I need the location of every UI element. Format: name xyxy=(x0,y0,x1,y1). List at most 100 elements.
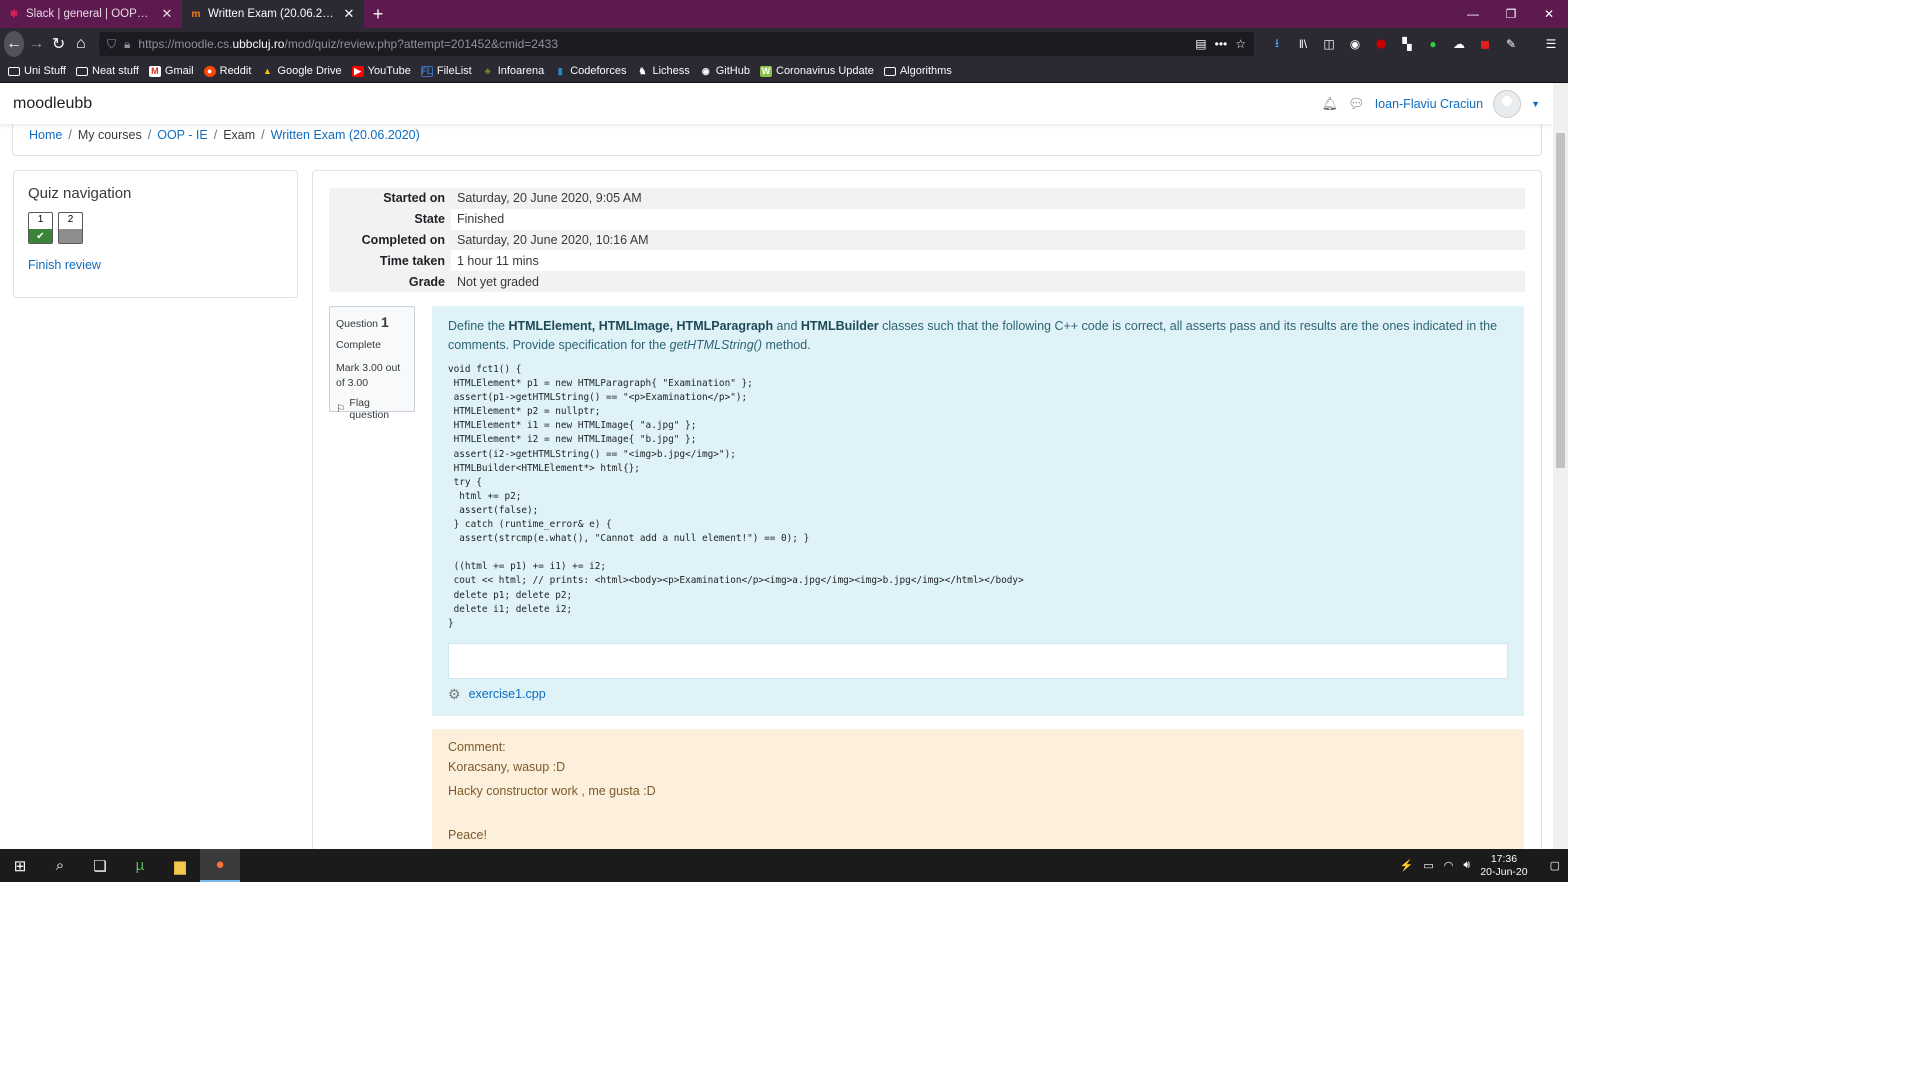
ublock-icon[interactable]: ⬢ xyxy=(1368,31,1394,57)
notification-bell-icon[interactable]: 🔔︎ xyxy=(1322,96,1339,112)
battery-icon[interactable]: ▭ xyxy=(1423,859,1433,872)
user-name[interactable]: Ioan-Flaviu Craciun xyxy=(1375,97,1483,111)
question-nav-button-1[interactable]: 1 ✔ xyxy=(28,212,53,244)
folder-icon xyxy=(8,66,20,76)
account-icon[interactable]: ◉ xyxy=(1342,31,1368,57)
bookmark-gmail[interactable]: M Gmail xyxy=(148,65,194,77)
bookmark-github[interactable]: ◉ GitHub xyxy=(700,65,750,77)
table-row: State Finished xyxy=(329,208,1525,230)
wifi-icon[interactable]: ◠ xyxy=(1444,859,1454,872)
utorrent-icon[interactable]: µ xyxy=(120,849,160,882)
question-buttons: 1 ✔ 2 xyxy=(28,212,283,244)
flag-icon: ⚐ xyxy=(336,403,346,415)
home-icon[interactable]: ⌂ xyxy=(71,31,91,57)
table-row: Started on Saturday, 20 June 2020, 9:05 A… xyxy=(329,188,1525,209)
close-icon[interactable]: ✕ xyxy=(160,6,174,22)
question-info-box: Question 1 Complete Mark 3.00 out of 3.0… xyxy=(329,306,415,421)
bookmark-reddit[interactable]: ● Reddit xyxy=(203,65,251,77)
avatar[interactable] xyxy=(1493,89,1522,118)
system-tray: ⚡ ▭ ◠ 🔊︎ 17:36 20-Jun-20 ▢ xyxy=(1400,853,1568,879)
attachment-row: ⚙ exercise1.cpp xyxy=(448,686,1508,703)
reader-view-icon[interactable]: ▤ xyxy=(1195,37,1206,51)
minimize-icon[interactable]: — xyxy=(1454,0,1492,28)
bookmark-filelist[interactable]: FL FileList xyxy=(420,65,472,77)
codeforces-icon: ▮ xyxy=(557,65,563,76)
bookmark-lichess[interactable]: ♞ Lichess xyxy=(636,65,689,77)
attempt-summary-table: Started on Saturday, 20 June 2020, 9:05 A… xyxy=(329,188,1525,292)
scrollbar-thumb[interactable] xyxy=(1556,133,1565,468)
page-scrollbar[interactable] xyxy=(1553,83,1568,849)
close-icon[interactable]: ✕ xyxy=(342,6,356,22)
table-row: Completed on Saturday, 20 June 2020, 10:1… xyxy=(329,229,1525,251)
windows-start-icon[interactable]: ⊞ xyxy=(0,849,40,882)
bookmark-star-icon[interactable]: ☆ xyxy=(1235,37,1246,51)
bookmark-neat-stuff[interactable]: Neat stuff xyxy=(76,65,139,77)
attachment-link[interactable]: exercise1.cpp xyxy=(469,687,546,701)
quiz-review-region: Started on Saturday, 20 June 2020, 9:05 A… xyxy=(312,170,1542,849)
bookmark-infoarena[interactable]: ♣ Infoarena xyxy=(482,65,544,77)
bluetooth-icon[interactable]: ⚡ xyxy=(1400,859,1414,872)
messages-icon[interactable]: 💬︎ xyxy=(1348,96,1365,112)
bookmark-algorithms[interactable]: Algorithms xyxy=(883,65,952,77)
task-view-icon[interactable]: ❏ xyxy=(80,849,120,882)
breadcrumb-separator: / xyxy=(147,128,152,142)
tab-written-exam[interactable]: m Written Exam (20.06.2020): Atte ✕ xyxy=(182,0,364,28)
restore-icon[interactable]: ❐ xyxy=(1492,0,1530,28)
flag-question-button[interactable]: ⚐ Flag question xyxy=(336,397,408,421)
breadcrumb-course[interactable]: OOP - IE xyxy=(157,128,207,142)
comment-line: Peace! xyxy=(448,828,487,842)
breadcrumb-quiz[interactable]: Written Exam (20.06.2020) xyxy=(271,128,420,142)
address-bar[interactable]: ⛉ 🔒︎ https://moodle.cs.ubbcluj.ro/mod/qu… xyxy=(99,32,1254,56)
slack-icon: ✱ xyxy=(9,8,19,20)
download-icon[interactable]: ⭳ xyxy=(1264,31,1290,57)
file-explorer-icon[interactable]: ▆ xyxy=(160,849,200,882)
youtube-icon: ▶ xyxy=(351,65,364,77)
tab-slack[interactable]: ✱ Slack | general | OOP2020_EN_ ✕ xyxy=(0,0,182,28)
site-brand[interactable]: moodleubb xyxy=(13,95,92,113)
extension-green-icon[interactable]: ● xyxy=(1420,31,1446,57)
forward-arrow-icon[interactable]: → xyxy=(26,31,46,57)
chevron-down-icon[interactable]: ▼ xyxy=(1531,99,1540,109)
shield-icon[interactable]: ⛉ xyxy=(107,37,116,52)
extension-flag-icon[interactable]: ▚ xyxy=(1394,31,1420,57)
extension-cloud-icon[interactable]: ☁ xyxy=(1446,31,1472,57)
comment-box: Comment: Koracsany, wasup :D Hacky const… xyxy=(432,729,1524,849)
code-block: void fct1() { HTMLElement* p1 = new HTML… xyxy=(448,364,1024,629)
back-arrow-icon[interactable]: ← xyxy=(4,31,25,57)
moodle-navbar: moodleubb 🔔︎ 💬︎ Ioan-Flaviu Craciun ▼ xyxy=(0,83,1553,124)
menu-icon[interactable]: ☰ xyxy=(1538,31,1564,57)
search-icon[interactable]: ⌕ xyxy=(40,849,80,882)
new-tab-button[interactable]: + xyxy=(364,0,392,28)
bookmark-coronavirus-update[interactable]: W Coronavirus Update xyxy=(760,65,874,77)
extension-brush-icon[interactable]: ✎ xyxy=(1498,31,1524,57)
windows-taskbar: ⊞ ⌕ ❏ µ ▆ ● ⚡ ▭ ◠ 🔊︎ 17:36 20-Jun-20 ▢ xyxy=(0,849,1568,882)
bookmark-youtube[interactable]: ▶ YouTube xyxy=(351,65,411,77)
check-icon: ✔ xyxy=(29,229,52,243)
github-icon: ◉ xyxy=(701,65,710,76)
clock[interactable]: 17:36 20-Jun-20 xyxy=(1480,853,1527,879)
volume-icon[interactable]: 🔊︎ xyxy=(1463,859,1470,872)
firefox-icon[interactable]: ● xyxy=(200,849,240,882)
sidebar-icon[interactable]: ◫ xyxy=(1316,31,1342,57)
close-window-icon[interactable]: ✕ xyxy=(1530,0,1568,28)
breadcrumb-home[interactable]: Home xyxy=(29,128,62,142)
tab-title: Slack | general | OOP2020_EN_ xyxy=(26,8,154,20)
reload-icon[interactable]: ↻ xyxy=(49,31,69,57)
library-icon[interactable]: ‖\ xyxy=(1290,31,1316,57)
finish-review-link[interactable]: Finish review xyxy=(28,258,283,272)
page-content: moodleubb 🔔︎ 💬︎ Ioan-Flaviu Craciun ▼ Ho… xyxy=(0,83,1553,849)
bookmark-codeforces[interactable]: ▮ Codeforces xyxy=(554,65,627,77)
lock-icon[interactable]: 🔒︎ xyxy=(124,37,130,52)
table-row: Grade Not yet graded xyxy=(329,271,1525,292)
question-content: Define the HTMLElement, HTMLImage, HTMLP… xyxy=(432,306,1524,716)
page-actions-icon[interactable]: ••• xyxy=(1215,37,1228,51)
extension-red-icon[interactable]: ◼ xyxy=(1472,31,1498,57)
gmail-icon: M xyxy=(148,65,161,77)
table-row: Time taken 1 hour 11 mins xyxy=(329,250,1525,272)
bookmark-google-drive[interactable]: ▲ Google Drive xyxy=(261,65,342,77)
url-text: https://moodle.cs.ubbcluj.ro/mod/quiz/re… xyxy=(138,37,558,51)
bookmark-uni-stuff[interactable]: Uni Stuff xyxy=(8,65,66,77)
question-nav-button-2[interactable]: 2 xyxy=(58,212,83,244)
file-icon: ⚙ xyxy=(448,685,461,702)
notifications-icon[interactable]: ▢ xyxy=(1550,859,1560,872)
